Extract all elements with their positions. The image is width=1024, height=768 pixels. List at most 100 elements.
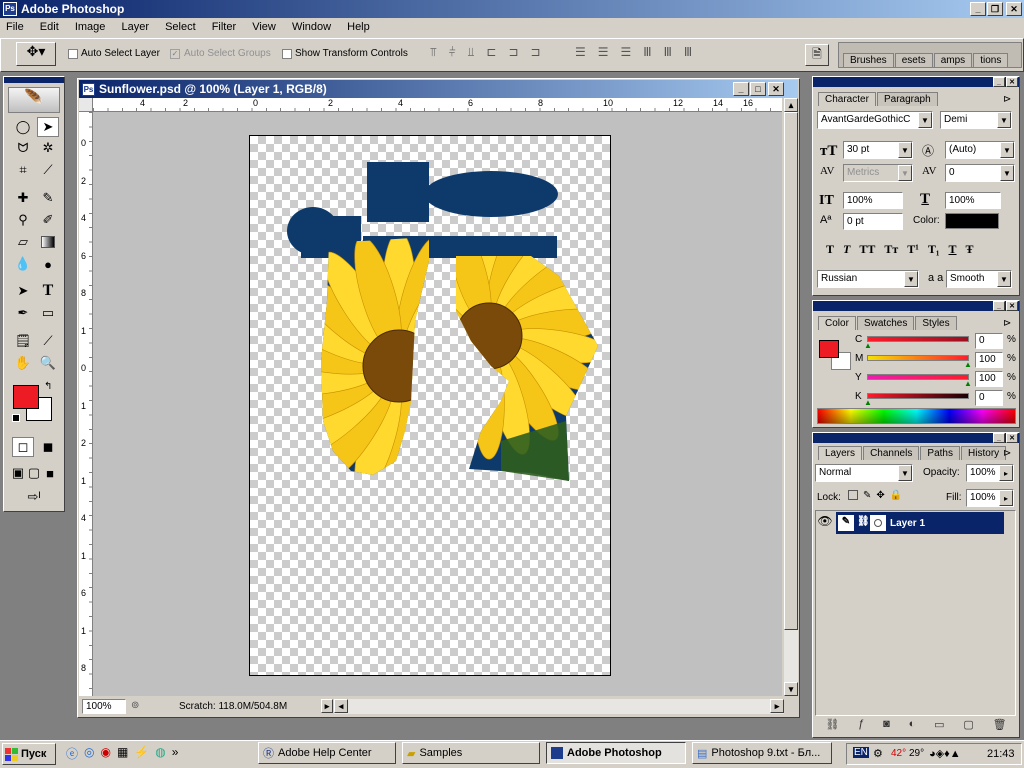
menu-help[interactable]: Help (347, 21, 370, 33)
layer-row-layer-1[interactable]: ✎ ⛓ Layer 1 (836, 512, 1004, 534)
winamp-icon[interactable]: ⚡ (134, 745, 149, 763)
layer-mask-icon[interactable]: ◙ (883, 718, 890, 734)
swap-colors-icon[interactable]: ↰ (44, 381, 52, 392)
tab-paragraph[interactable]: Paragraph (876, 92, 938, 106)
well-tab-actions[interactable]: tions (973, 53, 1009, 67)
blend-mode-select[interactable]: Normal ▼ (815, 464, 913, 482)
language-indicator[interactable]: EN (853, 747, 869, 758)
outlook-icon[interactable]: ◎ (84, 745, 94, 763)
opacity-field[interactable]: 100% ▸ (966, 464, 1014, 482)
subscript-button[interactable]: T₁ (928, 242, 940, 258)
jump-to-imageready-icon[interactable]: ⇨ᴵ (12, 487, 56, 507)
new-group-icon[interactable]: ▭ (934, 718, 944, 734)
type-tool-icon[interactable]: T (37, 281, 59, 301)
history-brush-icon[interactable]: ✐ (37, 210, 59, 230)
channel-slider-y[interactable] (867, 374, 969, 380)
font-family-select[interactable]: AvantGardeGothicC ▼ (817, 111, 933, 129)
well-tab-presets[interactable]: esets (894, 53, 933, 67)
lock-pixels-icon[interactable]: ✎ (863, 490, 871, 501)
layers-minimize-button[interactable]: _ (993, 433, 1005, 443)
screen-mode-standard-icon[interactable]: ▣ (10, 463, 26, 483)
standard-mode-icon[interactable]: ◻ (12, 437, 34, 457)
app-minimize-button[interactable]: _ (970, 2, 986, 16)
layers-palette-menu-icon[interactable]: ⊳ (1003, 448, 1011, 459)
channel-slider-m[interactable] (867, 355, 969, 361)
scroll-up-button[interactable]: ▴ (784, 98, 798, 112)
start-button[interactable]: Пуск (2, 743, 56, 765)
fill-field[interactable]: 100% ▸ (966, 489, 1014, 507)
tab-paths[interactable]: Paths (920, 446, 960, 460)
antialias-select[interactable]: Smooth ▼ (946, 270, 1012, 288)
tab-styles[interactable]: Styles (915, 316, 957, 330)
align-top-icon[interactable]: ⫪ (430, 45, 437, 65)
distribute-hcenter-icon[interactable]: Ⅲ (664, 45, 672, 65)
blur-tool-icon[interactable]: 💧 (12, 254, 34, 274)
tab-channels[interactable]: Channels (863, 446, 920, 460)
path-selection-icon[interactable]: ➤ (12, 281, 34, 301)
vertical-scrollbar[interactable]: ▴ ▾ (784, 98, 798, 696)
gradient-tool-icon[interactable] (37, 232, 59, 252)
status-menu-icon[interactable]: ⊚ (131, 700, 139, 711)
color-palette-menu-icon[interactable]: ⊳ (1003, 318, 1011, 329)
brush-tool-icon[interactable]: ✎ (37, 188, 59, 208)
menu-edit[interactable]: Edit (40, 21, 59, 33)
show-transform-controls-checkbox[interactable] (282, 49, 292, 59)
tab-character[interactable]: Character (818, 92, 876, 106)
status-arrow-button[interactable]: ▸ (321, 699, 333, 713)
well-tab-brushes[interactable]: Brushes (843, 53, 894, 67)
hand-tool-icon[interactable]: ✋ (12, 353, 34, 373)
kerning-field[interactable]: Metrics ▼ (843, 164, 913, 182)
menu-file[interactable]: File (6, 21, 24, 33)
channel-thumb-m[interactable]: ▲ (964, 360, 972, 369)
superscript-button[interactable]: T¹ (907, 242, 919, 258)
faux-bold-button[interactable]: T (826, 242, 834, 258)
foreground-color-swatch-top[interactable] (13, 385, 39, 409)
vertical-scale-field[interactable]: 100% (843, 192, 903, 209)
well-tab-stamps[interactable]: amps (933, 53, 973, 67)
new-layer-icon[interactable]: ▢ (963, 718, 973, 734)
channel-field-c[interactable]: 0 (975, 333, 1003, 349)
channel-field-m[interactable]: 100 (975, 352, 1003, 368)
menu-filter[interactable]: Filter (212, 21, 236, 33)
move-tool-icon[interactable]: ➤ (37, 117, 59, 137)
lock-position-icon[interactable]: ✥ (876, 490, 884, 501)
menu-window[interactable]: Window (292, 21, 331, 33)
clone-stamp-icon[interactable]: ⚲ (12, 210, 34, 230)
all-caps-button[interactable]: TT (859, 242, 875, 258)
layers-close-button[interactable]: ✕ (1006, 433, 1018, 443)
default-colors-icon[interactable] (12, 414, 20, 422)
link-layers-icon[interactable]: ⛓ (825, 718, 839, 734)
zoom-tool-icon[interactable]: 🔍 (37, 353, 59, 373)
magic-wand-tool-icon[interactable]: ✲ (37, 138, 59, 158)
horizontal-scrollbar[interactable]: ◂ ▸ (334, 699, 784, 714)
tray-network-icon[interactable]: ⚙ (873, 747, 883, 760)
eraser-tool-icon[interactable]: ▱ (12, 232, 34, 252)
scroll-down-button[interactable]: ▾ (784, 682, 798, 696)
crop-tool-icon[interactable]: ⌗ (12, 160, 34, 180)
baseline-shift-field[interactable]: 0 pt (843, 213, 903, 230)
lasso-tool-icon[interactable]: ᗢ (12, 138, 34, 158)
notes-tool-icon[interactable]: 🗒 (12, 331, 34, 351)
tab-layers[interactable]: Layers (818, 446, 863, 460)
distribute-top-icon[interactable]: ☰ (575, 45, 586, 65)
menu-view[interactable]: View (252, 21, 276, 33)
tray-misc-icons[interactable]: ◕◈♦▲ (929, 747, 961, 760)
dodge-tool-icon[interactable]: ● (37, 254, 59, 274)
color-minimize-button[interactable]: _ (993, 301, 1005, 311)
move-tool-preset-button[interactable]: ✥▾ (16, 42, 56, 66)
scroll-left-button[interactable]: ◂ (334, 699, 348, 713)
file-browser-button[interactable]: 🗎 (805, 44, 829, 66)
text-color-swatch[interactable] (945, 213, 999, 229)
character-close-button[interactable]: ✕ (1006, 77, 1018, 87)
task-notepad[interactable]: ▤ Photoshop 9.txt - Бл... (692, 742, 832, 764)
horizontal-scale-field[interactable]: 100% (945, 192, 1001, 209)
document-canvas[interactable] (249, 135, 611, 676)
tab-swatches[interactable]: Swatches (856, 316, 915, 330)
layer-link-icon[interactable]: ⛓ (857, 516, 870, 527)
character-palette-menu-icon[interactable]: ⊳ (1003, 94, 1011, 105)
tracking-field[interactable]: 0 ▼ (945, 164, 1015, 182)
layer-style-icon[interactable]: ƒ (858, 718, 864, 734)
color-close-button[interactable]: ✕ (1006, 301, 1018, 311)
healing-brush-icon[interactable]: ✚ (12, 188, 34, 208)
scroll-right-button[interactable]: ▸ (770, 699, 784, 713)
